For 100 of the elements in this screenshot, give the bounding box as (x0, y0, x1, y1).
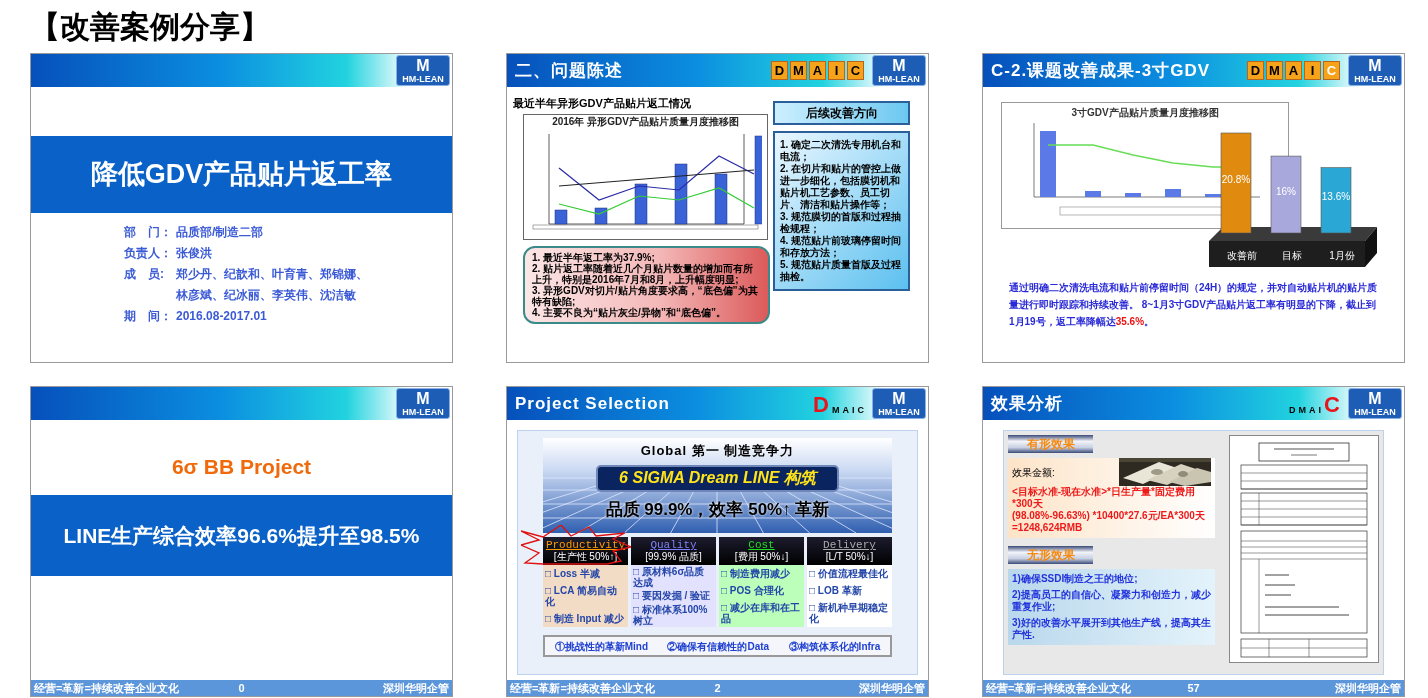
detail-value: 林彦斌、纪冰丽、李英伟、沈洁敏 (176, 287, 357, 304)
detail-value: 郑少丹、纪歆和、叶育青、郑锦娜、 (176, 266, 368, 283)
checklist-item: □ 制造 Input 减少 (545, 613, 625, 624)
phase-letter: C (857, 404, 864, 417)
detail-label: 负责人： (124, 245, 173, 262)
data-label: 20.8% (1221, 174, 1251, 185)
checklist-item: □ LCA 简易自动化 (545, 585, 618, 607)
principle-text: ①挑战性的革新Mind (554, 639, 649, 654)
phase-badge: M (790, 61, 807, 80)
logo: M HM-LEAN (872, 388, 926, 419)
phase-badge: I (828, 61, 845, 80)
bar (674, 163, 688, 225)
project-tag: 6σ BB Project (171, 451, 312, 483)
phase-letter: D (813, 393, 829, 417)
footer-motto: 经营=革新=持续改善企业文化 (34, 681, 180, 696)
bar (1165, 189, 1181, 197)
checklist-item: □ 原材料6σ品质达成 (633, 566, 706, 589)
phase-letter: I (852, 404, 855, 417)
detail-value: 品质部/制造二部 (176, 224, 264, 241)
phase-badge: M (1266, 61, 1283, 80)
detail-label: 期 间： (124, 308, 173, 325)
bar (594, 207, 608, 225)
category-label: 改善前 (1227, 250, 1257, 261)
logo: M HM-LEAN (396, 55, 450, 86)
checklist-item: □ 要因发掘 / 验证 (633, 590, 712, 602)
summary-text: 通过明确二次清洗电流和贴片前停留时间（24H）的规定，并对自动贴片机的贴片质量进行即时跟踪和持续改善。 8~1月3寸GDV产品贴片返工率有明显的下降，截止到1月19号，返工率降幅达35.6%。 (1008, 281, 1379, 329)
page-number: 0 (238, 681, 245, 696)
finding-text: 3. 异形GDV对切片/贴片角度要求高，“底色偏”为其特有缺陷; (532, 285, 759, 307)
phase-badge: C (847, 61, 864, 80)
formula-text: =1248,624RMB (1012, 522, 1084, 534)
column-subtitle: [生产性 50%↑] (553, 551, 618, 563)
phase-badge: D (771, 61, 788, 80)
slide-title: 二、问题陈述 (515, 59, 623, 82)
direction-text: 5. 规范贴片质量首版及过程抽检。 (780, 259, 903, 283)
footer-motto: 经营=革新=持续改善企业文化 (986, 681, 1132, 696)
category-label: 1月份 (1329, 250, 1355, 261)
data-label: 16% (1276, 185, 1296, 197)
bar (634, 183, 648, 225)
column-subtitle: [费用 50%↓] (734, 551, 789, 563)
column-title: Cost (748, 539, 775, 551)
phase-badge: D (1247, 61, 1264, 80)
data-label: 13.6% (1321, 191, 1351, 203)
checklist-item: □ LOB 革新 (809, 585, 863, 596)
benefit-text: 1)确保SSDI制造之王的地位; (1012, 573, 1139, 585)
company-name: 深圳华明企管 (858, 681, 925, 696)
formula-text: (98.08%-96.63%) *10400*27.6元/EA*300天 (1012, 510, 1206, 522)
logo: M HM-LEAN (1348, 388, 1402, 419)
phase-badge: A (1285, 61, 1302, 80)
principle-text: ②确保有信赖性的Data (667, 639, 770, 654)
checklist-item: □ 价值流程最佳化 (809, 568, 889, 579)
column-subtitle: [99.9% 品质] (645, 551, 702, 563)
detail-value: 张俊洪 (176, 245, 212, 262)
target-text: 品质 99.9%，效率 50%↑ 革新 (605, 498, 830, 521)
formula-text: <目标水准-现在水准>*日生产量*固定费用*300天 (1012, 486, 1196, 510)
phase-letter: A (842, 404, 849, 417)
detail-label: 部 门： (124, 224, 173, 241)
finding-text: 4. 主要不良为“贴片灰尘/异物”和“底色偏”。 (532, 307, 727, 318)
ribbon-text: 无形效果 (1026, 547, 1075, 564)
checklist-item: □ Loss 半减 (545, 568, 601, 579)
checklist-item: □ 制造费用减少 (721, 568, 791, 579)
page-number: 57 (1187, 681, 1200, 696)
amount-label: 效果金额: (1012, 465, 1055, 480)
detail-value: 2016.08-2017.01 (176, 308, 267, 325)
slide-title: C-2.课题改善成果-3寸GDV (991, 59, 1211, 82)
logo: M HM-LEAN (1348, 55, 1402, 86)
phase-letter: M (1298, 404, 1307, 417)
bar (1085, 191, 1101, 197)
benefit-text: 3)好的改善水平展开到其他生产线，提高其生产性. (1012, 617, 1211, 641)
checklist-item: □ 新机种早期稳定化 (809, 602, 889, 624)
footer-motto: 经营=革新=持续改善企业文化 (510, 681, 656, 696)
bar (1125, 193, 1141, 197)
direction-text: 4. 规范贴片前玻璃停留时间和存放方法； (780, 235, 903, 259)
company-name: 深圳华明企管 (382, 681, 449, 696)
slide-title: 效果分析 (991, 392, 1063, 415)
slide-title: Project Selection (515, 392, 670, 415)
chart-title: 2016年 异形GDV产品贴片质量月度推移图 (552, 116, 739, 128)
logo: M HM-LEAN (872, 55, 926, 86)
column-subtitle: [L/T 50%↓] (825, 551, 874, 563)
phase-letter: C (1324, 393, 1340, 417)
page-number: 2 (714, 681, 721, 696)
goal-text: Global 第一 制造竞争力 (640, 442, 795, 460)
bar (1320, 167, 1352, 234)
category-label: 目标 (1282, 250, 1302, 261)
phase-letter: A (1309, 404, 1316, 417)
principle-text: ③构筑体系化的Infra (788, 639, 881, 654)
phase-letter: D (1289, 404, 1296, 417)
finding-text: 2. 贴片返工率随着近几个月贴片数量的增加而有所上升，特别是2016年7月和8月，上升幅度明显; (532, 263, 754, 285)
chart-title: 3寸GDV产品贴片质量月度推移图 (1071, 107, 1219, 119)
company-name: 深圳华明企管 (1334, 681, 1401, 696)
phase-badge: C (1323, 61, 1340, 80)
bar (714, 173, 728, 225)
column-title: Delivery (823, 539, 876, 551)
phase-letter: I (1318, 404, 1322, 417)
column-title: Productivity (545, 539, 626, 551)
finding-text: 1. 最近半年返工率为37.9%; (532, 252, 655, 263)
benefit-text: 2)提高员工的自信心、凝聚力和创造力，减少重复作业; (1012, 589, 1211, 613)
heading-text: 后续改善方向 (805, 105, 878, 122)
direction-text: 2. 在切片和贴片的管控上做进一步细化，包括膜切机和贴片机工艺参数、员工切片、清洁和贴片操作等； (780, 163, 903, 211)
column-title: Quality (650, 539, 697, 551)
phase-letter: M (832, 404, 840, 417)
